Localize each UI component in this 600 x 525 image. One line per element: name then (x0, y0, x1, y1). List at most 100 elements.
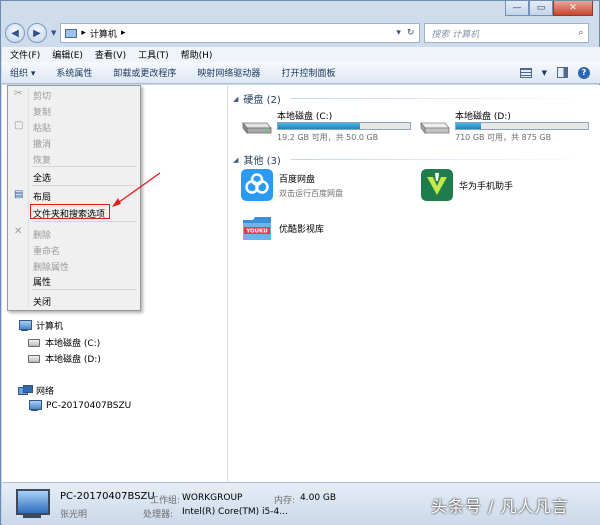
app-name: 优酷影视库 (279, 224, 325, 235)
details-cpu-value: Intel(R) Core(TM) i5-4... (182, 507, 288, 517)
nav-item-computer[interactable]: 计算机 (18, 319, 63, 332)
drive-space-text: 710 GB 可用，共 875 GB (455, 133, 552, 142)
details-memory-label: 内存: (274, 496, 296, 506)
system-properties-button[interactable]: 系统属性 (56, 66, 92, 79)
computer-icon (18, 320, 32, 331)
maximize-button[interactable]: ▭ (529, 1, 553, 16)
drive-icon (28, 354, 40, 363)
hard-drive-icon (420, 121, 450, 134)
group-header-other[interactable]: ◢ 其他 (3) (233, 152, 595, 167)
uninstall-program-button[interactable]: 卸载或更改程序 (113, 66, 176, 79)
annotation-arrow (112, 172, 161, 207)
menu-help[interactable]: 帮助(H) (181, 48, 213, 61)
open-control-panel-button[interactable]: 打开控制面板 (281, 66, 335, 79)
nav-item-label: PC-20170407BSZU (46, 400, 132, 411)
help-icon[interactable]: ? (578, 66, 590, 79)
youku-icon: YOUKU (243, 217, 271, 240)
details-computer-name: PC-20170407BSZU (60, 491, 155, 502)
nav-item-label: 本地磁盘 (D:) (45, 355, 101, 365)
breadcrumb-arrow-icon[interactable]: ▸ (121, 28, 126, 38)
breadcrumb-arrow-icon[interactable]: ▸ (81, 28, 86, 38)
nav-item-pc[interactable]: PC-20170407BSZU (28, 400, 131, 411)
change-view-icon[interactable] (519, 67, 532, 78)
group-divider (290, 98, 595, 99)
computer-icon (65, 28, 78, 38)
address-dropdown-icon[interactable]: ▾ (396, 28, 401, 38)
back-button[interactable]: ◀ (5, 23, 25, 43)
forward-button[interactable]: ▶ (27, 23, 47, 43)
baidu-netdisk-icon (241, 169, 273, 201)
drive-usage-bar (455, 122, 589, 130)
menu-bar: 文件(F) 编辑(E) 查看(V) 工具(T) 帮助(H) (2, 47, 600, 62)
caption-buttons: — ▭ ✕ (505, 1, 593, 16)
group-divider (290, 159, 595, 160)
app-name: 百度网盘 (279, 174, 316, 185)
details-workgroup-value: WORKGROUP (182, 493, 243, 503)
drive-icon (28, 338, 40, 347)
collapse-triangle-icon[interactable]: ◢ (233, 95, 238, 103)
group-header-label: 硬盘 (2) (243, 95, 281, 106)
network-icon (18, 385, 33, 396)
navigation-pane: 计算机 本地磁盘 (C:) 本地磁盘 (D:) 网络 PC-20170407BS… (2, 85, 228, 482)
details-user-name: 张光明 (60, 510, 88, 520)
nav-item-label: 本地磁盘 (C:) (45, 339, 101, 349)
nav-item-drive-d[interactable]: 本地磁盘 (D:) (28, 352, 101, 365)
menu-item-rename[interactable]: 重命名 (33, 244, 60, 257)
minimize-button[interactable]: — (505, 1, 529, 16)
menu-tools[interactable]: 工具(T) (138, 48, 169, 61)
watermark-text: 头条号 / 凡人凡言 (431, 497, 569, 516)
nav-item-drive-c[interactable]: 本地磁盘 (C:) (28, 336, 100, 349)
menu-view[interactable]: 查看(V) (95, 48, 126, 61)
address-row: ◀ ▶ ▼ ▸ 计算机 ▸ ▾ ↻ 搜索 计算机 ⌕ (5, 21, 597, 45)
drive-space-text: 19.2 GB 可用，共 50.0 GB (277, 133, 379, 142)
map-network-drive-button[interactable]: 映射网络驱动器 (197, 66, 260, 79)
drive-item-c[interactable]: 本地磁盘 (C:) 19.2 GB 可用，共 50.0 GB (241, 109, 416, 142)
close-button[interactable]: ✕ (553, 1, 593, 16)
app-description: 双击运行百度网盘 (279, 188, 343, 198)
menu-item-properties[interactable]: 属性 (33, 275, 51, 288)
menu-separator (32, 289, 137, 290)
view-dropdown-icon[interactable]: ▼ (542, 69, 547, 77)
drive-name: 本地磁盘 (D:) (455, 112, 511, 122)
command-bar: 组织 ▾ 系统属性 卸载或更改程序 映射网络驱动器 打开控制面板 ▼ ? (2, 62, 600, 84)
content-pane: ◢ 硬盘 (2) 本地磁盘 (C:) 19.2 GB 可用，共 50.0 GB (229, 85, 600, 482)
refresh-icon[interactable]: ↻ (407, 28, 415, 38)
search-input[interactable]: 搜索 计算机 ⌕ (424, 23, 590, 43)
menu-item-remove-properties[interactable]: 删除属性 (33, 260, 69, 273)
app-item-baidu-netdisk[interactable]: 百度网盘 双击运行百度网盘 (241, 169, 343, 201)
organize-button[interactable]: 组织 ▾ (10, 66, 35, 79)
search-icon[interactable]: ⌕ (578, 28, 583, 38)
collapse-triangle-icon[interactable]: ◢ (233, 156, 238, 164)
address-bar[interactable]: ▸ 计算机 ▸ ▾ ↻ (60, 23, 421, 43)
app-item-youku[interactable]: YOUKU 优酷影视库 (241, 212, 324, 244)
delete-x-icon: ✕ (14, 226, 23, 237)
address-path[interactable]: 计算机 (90, 27, 117, 40)
menu-item-delete[interactable]: 删除 (33, 228, 51, 241)
preview-pane-icon[interactable] (557, 67, 568, 78)
drive-usage-bar (277, 122, 411, 130)
svg-text:YOUKU: YOUKU (245, 229, 268, 235)
nav-item-network[interactable]: 网络 (18, 384, 54, 397)
recent-pages-dropdown[interactable]: ▼ (51, 29, 56, 37)
app-item-huawei-hisuite[interactable]: 华为手机助手 (421, 169, 513, 201)
group-header-hard-disks[interactable]: ◢ 硬盘 (2) (233, 91, 595, 106)
main-area: 计算机 本地磁盘 (C:) 本地磁盘 (D:) 网络 PC-20170407BS… (2, 85, 600, 482)
drive-name: 本地磁盘 (C:) (277, 112, 333, 122)
menu-edit[interactable]: 编辑(E) (52, 48, 83, 61)
menu-file[interactable]: 文件(F) (10, 48, 40, 61)
search-placeholder: 搜索 计算机 (431, 29, 480, 40)
drive-item-d[interactable]: 本地磁盘 (D:) 710 GB 可用，共 875 GB (419, 109, 594, 142)
details-workgroup-label: 工作组: (150, 496, 181, 506)
details-memory-value: 4.00 GB (300, 493, 337, 503)
computer-large-icon (14, 489, 50, 519)
nav-item-label: 计算机 (36, 322, 64, 332)
drive-usage-fill (278, 123, 360, 129)
app-name: 华为手机助手 (459, 181, 514, 192)
computer-icon (28, 400, 42, 411)
details-cpu-label: 处理器: (143, 510, 174, 520)
hard-drive-icon (242, 121, 272, 134)
huawei-hisuite-icon (421, 169, 453, 201)
drive-usage-fill (456, 123, 482, 129)
nav-item-label: 网络 (36, 387, 55, 397)
menu-item-close[interactable]: 关闭 (33, 295, 51, 308)
